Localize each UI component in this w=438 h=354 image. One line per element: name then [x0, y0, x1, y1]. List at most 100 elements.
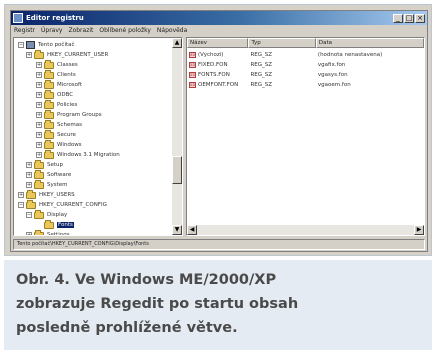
- menu-edit[interactable]: Úpravy: [41, 27, 62, 34]
- folder-icon: [34, 169, 44, 179]
- column-name-header[interactable]: Název: [187, 38, 249, 48]
- value-name: OEMFONT.FON: [198, 81, 239, 88]
- tree-item-label: Tento počítač: [38, 42, 75, 48]
- expand-icon[interactable]: +: [36, 152, 42, 158]
- expand-icon[interactable]: +: [26, 232, 32, 235]
- tree-item[interactable]: + HKEY_CURRENT_USER: [14, 49, 172, 60]
- expand-icon[interactable]: +: [36, 112, 42, 118]
- scroll-down-arrow-icon[interactable]: ▼: [172, 225, 182, 235]
- column-type-header[interactable]: Typ: [248, 38, 316, 48]
- regedit-app-icon: [13, 13, 23, 23]
- values-horizontal-scrollbar[interactable]: ◀ ▶: [187, 225, 424, 235]
- folder-icon: [44, 119, 54, 129]
- menu-view[interactable]: Zobrazit: [68, 27, 93, 34]
- folder-icon: [34, 229, 44, 235]
- expand-icon[interactable]: +: [26, 52, 32, 58]
- expand-icon[interactable]: +: [36, 132, 42, 138]
- expand-icon[interactable]: +: [36, 122, 42, 128]
- string-value-icon: ab: [189, 71, 196, 78]
- collapse-icon[interactable]: −: [26, 212, 32, 218]
- folder-icon: [44, 109, 54, 119]
- maximize-button[interactable]: □: [404, 13, 414, 23]
- tree-item[interactable]: + Windows 3.1 Migration: [14, 149, 172, 160]
- folder-icon: [34, 209, 44, 219]
- tree-item[interactable]: + ODBC: [14, 89, 172, 100]
- caption-line: posledně prohlížené větve.: [16, 320, 238, 336]
- expand-icon[interactable]: +: [26, 182, 32, 188]
- scroll-up-arrow-icon[interactable]: ▲: [172, 38, 182, 48]
- figure-caption: Obr. 4. Ve Windows ME/2000/XP zobrazuje …: [4, 260, 432, 350]
- expand-icon[interactable]: +: [36, 102, 42, 108]
- column-data-header[interactable]: Data: [315, 38, 424, 48]
- tree-item[interactable]: + Settings: [14, 229, 172, 235]
- key-tree-pane[interactable]: − Tento počítač + HKEY_CURRENT_USER + Classes…: [13, 37, 183, 236]
- expand-icon[interactable]: +: [26, 162, 32, 168]
- expand-icon[interactable]: +: [26, 172, 32, 178]
- tree-item-selected[interactable]: Fonts: [14, 219, 172, 230]
- tree-item[interactable]: − HKEY_CURRENT_CONFIG: [14, 199, 172, 210]
- folder-icon: [44, 139, 54, 149]
- key-tree: − Tento počítač + HKEY_CURRENT_USER + Classes…: [14, 40, 172, 235]
- folder-icon: [44, 99, 54, 109]
- tree-item[interactable]: + Software: [14, 169, 172, 180]
- tree-item-label: HKEY_USERS: [39, 192, 75, 198]
- tree-item-label: Setup: [47, 162, 64, 168]
- window-controls: _ □ ×: [393, 13, 425, 23]
- tree-item-label: Windows: [57, 142, 82, 148]
- scroll-right-arrow-icon[interactable]: ▶: [414, 225, 424, 235]
- tree-vertical-scrollbar[interactable]: ▲ ▼: [172, 38, 182, 235]
- tree-item-label: Schemas: [57, 122, 82, 128]
- string-value-icon: ab: [189, 51, 196, 58]
- tree-item-label: Secure: [57, 132, 76, 138]
- value-name-cell: ab OEMFONT.FON: [187, 81, 248, 88]
- tree-item[interactable]: − Display: [14, 209, 172, 220]
- tree-scroll-thumb[interactable]: [172, 156, 182, 184]
- expand-icon[interactable]: +: [18, 192, 24, 198]
- tree-item[interactable]: + Setup: [14, 159, 172, 170]
- value-type-cell: REG_SZ: [250, 71, 273, 78]
- tree-item-label: HKEY_CURRENT_USER: [47, 52, 109, 58]
- scroll-left-arrow-icon[interactable]: ◀: [187, 225, 197, 235]
- collapse-icon[interactable]: −: [18, 202, 24, 208]
- caption-line: Obr. 4. Ve Windows ME/2000/XP: [16, 272, 277, 288]
- caption-line: zobrazuje Regedit po startu obsah: [16, 296, 299, 312]
- close-button[interactable]: ×: [415, 13, 425, 23]
- tree-item-label: HKEY_CURRENT_CONFIG: [39, 202, 107, 208]
- title-bar[interactable]: Editor registru _ □ ×: [11, 11, 427, 25]
- menu-help[interactable]: Nápověda: [157, 27, 187, 34]
- value-row[interactable]: ab OEMFONT.FON REG_SZ vgaoem.fon: [187, 80, 424, 89]
- value-row[interactable]: ab (Výchozí) REG_SZ (hodnota nenastavena): [187, 50, 424, 59]
- menu-bar: Registr Úpravy Zobrazit Oblíbené položky…: [11, 25, 427, 36]
- tree-item-label: Program Groups: [57, 112, 102, 118]
- tree-item[interactable]: + System: [14, 179, 172, 190]
- tree-item[interactable]: + Program Groups: [14, 109, 172, 120]
- tree-item[interactable]: + Clients: [14, 69, 172, 80]
- expand-icon[interactable]: +: [36, 62, 42, 68]
- tree-item[interactable]: + Classes: [14, 59, 172, 70]
- tree-item[interactable]: + Microsoft: [14, 79, 172, 90]
- folder-icon: [26, 189, 36, 199]
- menu-favorites[interactable]: Oblíbené položky: [99, 27, 151, 34]
- value-type-cell: REG_SZ: [250, 61, 273, 68]
- expand-icon[interactable]: +: [36, 142, 42, 148]
- expand-icon[interactable]: [36, 222, 42, 228]
- tree-item[interactable]: + Policies: [14, 99, 172, 110]
- minimize-button[interactable]: _: [393, 13, 403, 23]
- expand-icon[interactable]: +: [36, 72, 42, 78]
- menu-registry[interactable]: Registr: [14, 27, 35, 34]
- expand-icon[interactable]: +: [36, 82, 42, 88]
- tree-item[interactable]: + Schemas: [14, 119, 172, 130]
- tree-item[interactable]: + HKEY_USERS: [14, 189, 172, 200]
- folder-icon: [44, 79, 54, 89]
- collapse-icon[interactable]: −: [18, 42, 24, 48]
- folder-icon: [34, 179, 44, 189]
- tree-item[interactable]: + Secure: [14, 129, 172, 140]
- value-row[interactable]: ab FIXED.FON REG_SZ vgafix.fon: [187, 60, 424, 69]
- tree-item[interactable]: + Windows: [14, 139, 172, 150]
- tree-item-label: Windows 3.1 Migration: [57, 152, 120, 158]
- values-pane[interactable]: Název Typ Data ab (Výchozí) REG_SZ (hodnota…: [186, 37, 425, 236]
- value-row[interactable]: ab FONTS.FON REG_SZ vgasys.fon: [187, 70, 424, 79]
- expand-icon[interactable]: +: [36, 92, 42, 98]
- folder-icon: [26, 199, 36, 209]
- tree-item[interactable]: − Tento počítač: [14, 40, 172, 50]
